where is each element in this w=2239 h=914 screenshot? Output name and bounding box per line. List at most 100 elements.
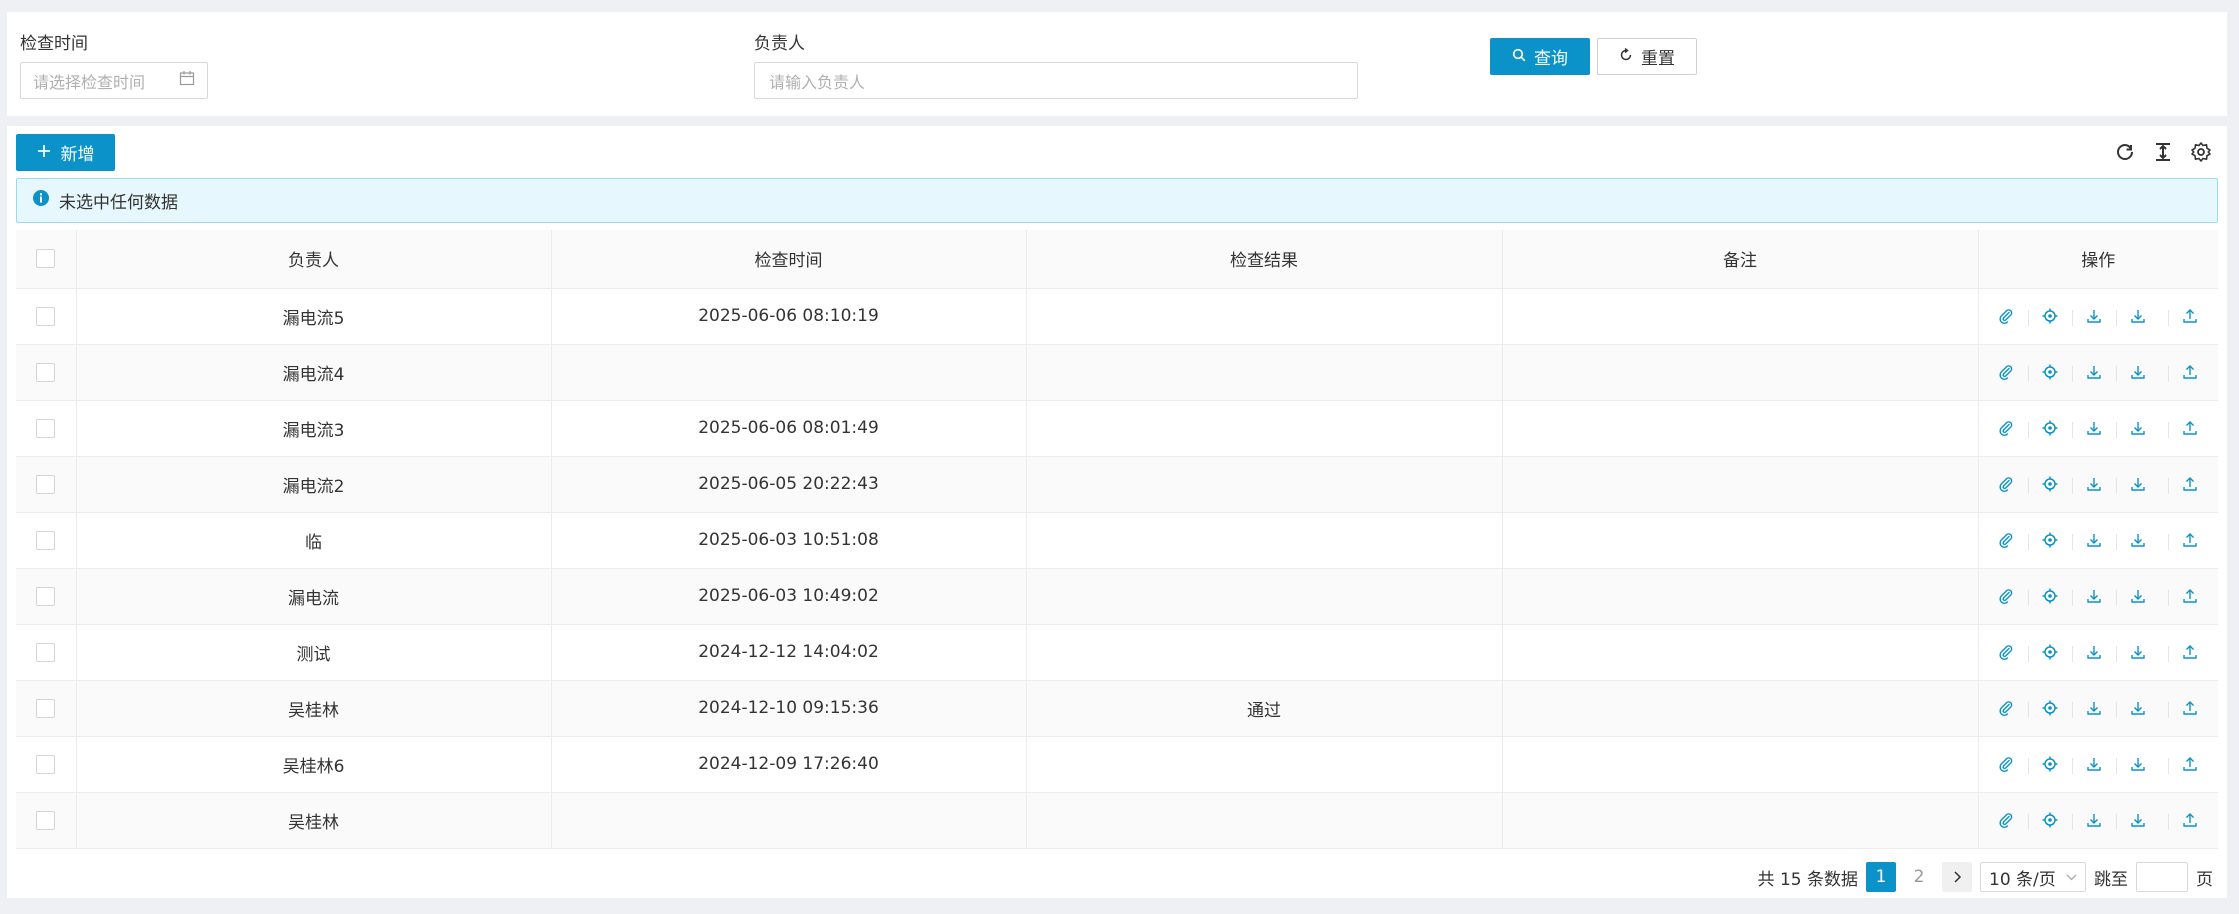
row-select-cell[interactable]: [16, 680, 77, 737]
refresh-icon[interactable]: [2113, 140, 2137, 164]
column-height-icon[interactable]: [2151, 140, 2175, 164]
row-select-cell[interactable]: [16, 400, 77, 457]
upload-icon[interactable]: [2168, 644, 2212, 662]
page-size-select[interactable]: 10 条/页: [1980, 862, 2086, 892]
paperclip-icon[interactable]: [1984, 644, 2028, 660]
target-icon[interactable]: [2028, 420, 2072, 438]
download-icon[interactable]: [2072, 700, 2116, 718]
row-select-cell[interactable]: [16, 568, 77, 625]
download-icon[interactable]: [2116, 700, 2160, 718]
download-icon[interactable]: [2116, 644, 2160, 662]
cell-actions: [1978, 512, 2218, 569]
cell-actions: [1978, 344, 2218, 401]
paperclip-icon[interactable]: [1984, 532, 2028, 548]
owner-input[interactable]: 请输入负责人: [754, 62, 1358, 99]
target-icon[interactable]: [2028, 364, 2072, 382]
upload-icon[interactable]: [2168, 588, 2212, 606]
cell-check-time: 2024-12-12 14:04:02: [551, 624, 1027, 681]
download-icon[interactable]: [2116, 420, 2160, 438]
row-select-cell[interactable]: [16, 624, 77, 681]
cell-check-result: 通过: [1026, 680, 1503, 737]
row-select-cell[interactable]: [16, 456, 77, 513]
target-icon[interactable]: [2028, 308, 2072, 326]
row-select-cell[interactable]: [16, 736, 77, 793]
download-icon[interactable]: [2072, 476, 2116, 494]
row-checkbox[interactable]: [36, 754, 56, 774]
paperclip-icon[interactable]: [1984, 812, 2028, 828]
cell-actions: [1978, 456, 2218, 513]
upload-icon[interactable]: [2168, 308, 2212, 326]
query-button[interactable]: 查询: [1490, 38, 1590, 75]
add-button[interactable]: 新增: [16, 134, 115, 171]
target-icon[interactable]: [2028, 644, 2072, 662]
upload-icon[interactable]: [2168, 756, 2212, 774]
download-icon[interactable]: [2116, 756, 2160, 774]
row-checkbox[interactable]: [36, 698, 56, 718]
download-icon[interactable]: [2072, 756, 2116, 774]
download-icon[interactable]: [2072, 532, 2116, 550]
page-button-1[interactable]: 1: [1866, 862, 1896, 892]
paperclip-icon[interactable]: [1984, 700, 2028, 716]
row-checkbox[interactable]: [36, 306, 56, 326]
target-icon[interactable]: [2028, 700, 2072, 718]
target-icon[interactable]: [2028, 812, 2072, 830]
paperclip-icon[interactable]: [1984, 364, 2028, 380]
row-checkbox[interactable]: [36, 810, 56, 830]
page-button-2[interactable]: 2: [1904, 862, 1934, 892]
row-checkbox[interactable]: [36, 474, 56, 494]
upload-icon[interactable]: [2168, 476, 2212, 494]
paperclip-icon[interactable]: [1984, 756, 2028, 772]
download-icon[interactable]: [2116, 364, 2160, 382]
settings-gear-icon[interactable]: [2189, 140, 2213, 164]
upload-icon[interactable]: [2168, 364, 2212, 382]
download-icon[interactable]: [2116, 476, 2160, 494]
row-select-cell[interactable]: [16, 792, 77, 849]
cell-note: [1502, 456, 1979, 513]
row-checkbox[interactable]: [36, 362, 56, 382]
download-icon[interactable]: [2072, 644, 2116, 662]
jump-page-input[interactable]: [2136, 862, 2188, 892]
table-toolbar: [2113, 140, 2213, 164]
cell-actions: [1978, 792, 2218, 849]
upload-icon[interactable]: [2168, 812, 2212, 830]
download-icon[interactable]: [2072, 364, 2116, 382]
cell-actions: [1978, 680, 2218, 737]
paperclip-icon[interactable]: [1984, 308, 2028, 324]
download-icon[interactable]: [2072, 420, 2116, 438]
download-icon[interactable]: [2116, 588, 2160, 606]
target-icon[interactable]: [2028, 588, 2072, 606]
download-icon[interactable]: [2116, 308, 2160, 326]
download-icon[interactable]: [2072, 588, 2116, 606]
download-icon[interactable]: [2072, 812, 2116, 830]
paperclip-icon[interactable]: [1984, 420, 2028, 436]
download-icon[interactable]: [2072, 308, 2116, 326]
row-select-cell[interactable]: [16, 512, 77, 569]
cell-owner: 漏电流4: [76, 344, 552, 401]
next-page-button[interactable]: [1942, 862, 1972, 892]
paperclip-icon[interactable]: [1984, 476, 2028, 492]
table-row: 漏电流4: [16, 344, 2218, 401]
download-icon[interactable]: [2116, 812, 2160, 830]
cell-owner: 吴桂林6: [76, 736, 552, 793]
row-select-cell[interactable]: [16, 344, 77, 401]
page-suffix: 页: [2196, 869, 2213, 890]
cell-check-time: [551, 792, 1027, 849]
header-select-all[interactable]: [16, 230, 77, 289]
download-icon[interactable]: [2116, 532, 2160, 550]
upload-icon[interactable]: [2168, 532, 2212, 550]
row-checkbox[interactable]: [36, 586, 56, 606]
reset-button[interactable]: 重置: [1597, 38, 1697, 75]
row-checkbox[interactable]: [36, 530, 56, 550]
check-time-picker[interactable]: 请选择检查时间: [20, 62, 208, 99]
target-icon[interactable]: [2028, 476, 2072, 494]
target-icon[interactable]: [2028, 756, 2072, 774]
select-all-checkbox[interactable]: [36, 249, 56, 269]
row-select-cell[interactable]: [16, 288, 77, 345]
row-checkbox[interactable]: [36, 642, 56, 662]
paperclip-icon[interactable]: [1984, 588, 2028, 604]
upload-icon[interactable]: [2168, 420, 2212, 438]
row-checkbox[interactable]: [36, 418, 56, 438]
upload-icon[interactable]: [2168, 700, 2212, 718]
target-icon[interactable]: [2028, 532, 2072, 550]
chevron-down-icon: [2066, 874, 2077, 880]
